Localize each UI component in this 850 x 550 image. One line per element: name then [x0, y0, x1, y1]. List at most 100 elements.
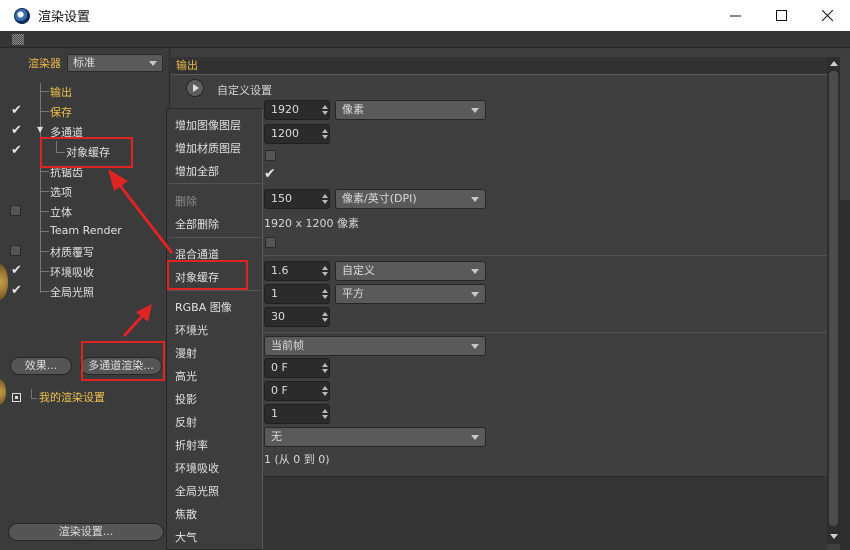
film-aspect-value: 1.6 [271, 264, 289, 277]
renderer-label: 渲染器 [28, 57, 61, 70]
tree-connector [31, 389, 37, 399]
film-aspect-mode: 自定义 [342, 264, 375, 277]
minimize-icon [729, 15, 741, 17]
checkbox-empty[interactable] [10, 205, 21, 216]
checkmark-icon[interactable]: ✔ [10, 104, 23, 117]
frame-range-dropdown[interactable]: 当前帧 [264, 336, 486, 356]
menu-item-ambient[interactable]: 环境光 [175, 322, 208, 338]
fields-dropdown[interactable]: 无 [264, 427, 486, 447]
maximize-button[interactable] [758, 0, 804, 31]
window-controls [712, 0, 850, 31]
to-frame-value: 0 F [271, 384, 288, 397]
height-value: 1200 [271, 127, 299, 140]
menu-item-caustics[interactable]: 焦散 [175, 506, 197, 522]
menu-separator [169, 290, 261, 291]
width-field[interactable]: 1920 [264, 100, 330, 120]
minimize-button[interactable] [712, 0, 758, 31]
chevron-down-icon [471, 269, 479, 274]
render-settings-icon [12, 392, 21, 402]
chevron-down-icon [471, 435, 479, 440]
tree-item-label: 输出 [50, 86, 72, 99]
checkbox-empty[interactable] [10, 245, 21, 256]
frame-rate-field[interactable]: 30 [264, 307, 330, 327]
render-region-checkbox[interactable] [265, 237, 276, 248]
film-aspect-dropdown[interactable]: 自定义 [335, 261, 486, 281]
tree-item-label: 立体 [50, 206, 72, 219]
adapt-data-rate-checkbox[interactable]: ✔ [264, 166, 276, 182]
menu-item-atmosphere[interactable]: 大气 [175, 529, 197, 545]
chevron-down-icon [471, 197, 479, 202]
checkmark-icon[interactable]: ✔ [10, 144, 23, 157]
menu-item-delete-all[interactable]: 全部删除 [175, 216, 219, 232]
menu-item-refraction[interactable]: 折射率 [175, 437, 208, 453]
grip-handle-icon[interactable] [12, 34, 24, 45]
tree-item-ambient-occlusion[interactable]: ✔ 环境吸收 [0, 261, 166, 281]
tree-item-label: 保存 [50, 106, 72, 119]
menu-item-add-all[interactable]: 增加全部 [175, 163, 219, 179]
film-aspect-field[interactable]: 1.6 [264, 261, 330, 281]
resolution-unit-dropdown[interactable]: 像素/英寸(DPI) [335, 189, 486, 209]
from-frame-field[interactable]: 0 F [264, 358, 330, 378]
tree-item-label: 选项 [50, 186, 72, 199]
effects-button[interactable]: 效果... [10, 357, 72, 375]
vertical-scrollbar[interactable] [827, 57, 840, 544]
chevron-down-icon [471, 108, 479, 113]
scroll-down-icon[interactable] [830, 534, 838, 539]
section-divider [261, 332, 827, 333]
checkmark-icon[interactable]: ✔ [10, 284, 23, 297]
menu-separator [169, 237, 261, 238]
my-render-settings-label: 我的渲染设置 [39, 391, 105, 404]
render-settings-button[interactable]: 渲染设置... [8, 523, 164, 541]
highlight-box-object-buffer-tree [40, 137, 133, 168]
menu-item-shadow[interactable]: 投影 [175, 391, 197, 407]
maximize-icon [775, 10, 787, 21]
image-size-text: 1920 x 1200 像素 [264, 217, 359, 230]
scroll-thumb[interactable] [829, 71, 838, 526]
size-unit-dropdown[interactable]: 像素 [335, 100, 486, 120]
menu-item-specular[interactable]: 高光 [175, 368, 197, 384]
notes-area[interactable] [263, 476, 827, 550]
menu-item-reflection[interactable]: 反射 [175, 414, 197, 430]
expand-button-icon[interactable] [186, 79, 204, 97]
menu-item-add-material-layer[interactable]: 增加材质图层 [175, 140, 241, 156]
pixel-aspect-field[interactable]: 1 [264, 284, 330, 304]
checkmark-icon[interactable]: ✔ [10, 124, 23, 137]
cinema4d-app-icon [14, 7, 30, 24]
menu-item-ambient-occlusion[interactable]: 环境吸收 [175, 460, 219, 476]
resolution-value: 150 [271, 192, 292, 205]
menu-separator [169, 183, 261, 184]
frames-count-text: 1 (从 0 到 0) [264, 453, 330, 466]
tree-item-output[interactable]: 输出 [0, 81, 166, 101]
width-value: 1920 [271, 103, 299, 116]
scroll-up-icon[interactable] [830, 61, 838, 66]
menu-item-rgba-image[interactable]: RGBA 图像 [175, 299, 232, 315]
resolution-unit-value: 像素/英寸(DPI) [342, 192, 417, 205]
multipass-context-menu: 增加图像图层 增加材质图层 增加全部 删除 全部删除 混合通道 对象缓存 RGB… [166, 108, 263, 550]
menu-item-diffuse[interactable]: 漫射 [175, 345, 197, 361]
pixel-aspect-dropdown[interactable]: 平方 [335, 284, 486, 304]
tree-item-global-illumination[interactable]: ✔ 全局光照 [0, 281, 166, 301]
tree-item-save[interactable]: ✔ 保存 [0, 101, 166, 121]
renderer-select[interactable]: 标准 [67, 54, 163, 72]
highlight-box-object-buffer-menu [167, 260, 248, 290]
lock-ratio-checkbox[interactable] [265, 150, 276, 161]
menu-item-add-image-layer[interactable]: 增加图像图层 [175, 117, 241, 133]
renderer-value: 标准 [73, 56, 95, 69]
fields-value: 无 [271, 430, 282, 443]
menu-item-global-illumination[interactable]: 全局光照 [175, 483, 219, 499]
expand-triangle-icon[interactable]: ▼ [37, 125, 43, 134]
height-field[interactable]: 1200 [264, 124, 330, 144]
close-button[interactable] [804, 0, 850, 31]
frame-step-field[interactable]: 1 [264, 404, 330, 424]
resolution-field[interactable]: 150 [264, 189, 330, 209]
tree-item-label: 全局光照 [50, 286, 94, 299]
frame-step-value: 1 [271, 407, 278, 420]
toolbar-strip [0, 31, 850, 48]
annotation-arrow-icon [122, 304, 152, 338]
my-render-settings-item[interactable]: 我的渲染设置 [12, 389, 105, 405]
to-frame-field[interactable]: 0 F [264, 381, 330, 401]
chevron-down-icon [149, 61, 157, 66]
size-unit-value: 像素 [342, 103, 364, 116]
checkmark-icon[interactable]: ✔ [10, 264, 23, 277]
window-title: 渲染设置 [38, 10, 91, 25]
